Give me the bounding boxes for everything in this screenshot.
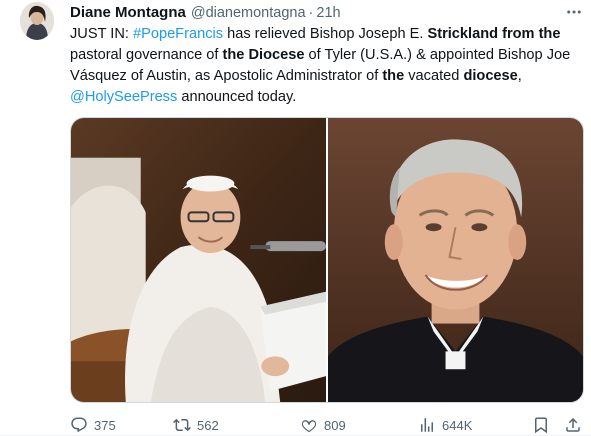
like-button[interactable]: 809: [300, 416, 346, 434]
views-chart-icon: [421, 418, 433, 432]
text-segment: has relieved Bishop Joseph E.: [223, 26, 428, 42]
avatar[interactable]: [20, 2, 54, 40]
heart-icon: [301, 420, 317, 433]
bold-text: the: [382, 68, 405, 84]
tweet-actions: 375 562 809 644K: [70, 416, 585, 436]
reply-button[interactable]: 375: [70, 416, 116, 434]
tweet-text: JUST IN: #PopeFrancis has relieved Bisho…: [70, 24, 585, 108]
like-count: 809: [324, 417, 346, 433]
bookmark-icon: [535, 417, 547, 434]
text-segment: announced today.: [177, 89, 297, 105]
bold-text: diocese: [463, 68, 518, 84]
text-segment: JUST IN:: [70, 26, 133, 42]
tweet-timestamp[interactable]: 21h: [316, 5, 340, 21]
share-icon: [566, 417, 580, 432]
reply-icon: [71, 417, 87, 433]
author-name[interactable]: Diane Montagna: [70, 4, 186, 21]
media-grid: [70, 117, 584, 403]
text-segment: pastoral governance of: [70, 47, 223, 63]
text-segment: vacated: [404, 68, 464, 84]
separator-dot: ·: [308, 5, 314, 21]
bishop-photo-image: [328, 118, 583, 402]
bishop-photo[interactable]: [328, 118, 583, 402]
mention-link[interactable]: @HolySeePress: [70, 89, 177, 105]
retweet-count: 562: [197, 417, 219, 433]
bookmark-button[interactable]: [532, 416, 550, 434]
author-handle[interactable]: @dianemontagna: [191, 5, 306, 21]
tweet-header: Diane Montagna @dianemontagna · 21h: [70, 4, 341, 22]
bold-text: Strickland from the: [427, 26, 561, 42]
tweet[interactable]: Diane Montagna @dianemontagna · 21h JUST…: [0, 0, 591, 436]
reply-count: 375: [94, 417, 116, 433]
pope-photo-image: [71, 118, 326, 402]
views-count: 644K: [442, 417, 473, 433]
more-options-button[interactable]: [563, 4, 585, 20]
pope-photo[interactable]: [71, 118, 326, 402]
retweet-button[interactable]: 562: [173, 416, 219, 434]
bold-text: the Diocese: [222, 47, 305, 63]
retweet-icon: [173, 418, 191, 432]
views-button[interactable]: 644K: [418, 416, 472, 434]
share-button[interactable]: [564, 416, 582, 434]
more-dots-icon: [567, 10, 581, 14]
avatar-image: [20, 2, 54, 40]
hashtag-link[interactable]: #PopeFrancis: [133, 26, 223, 42]
text-segment: ,: [517, 68, 522, 84]
